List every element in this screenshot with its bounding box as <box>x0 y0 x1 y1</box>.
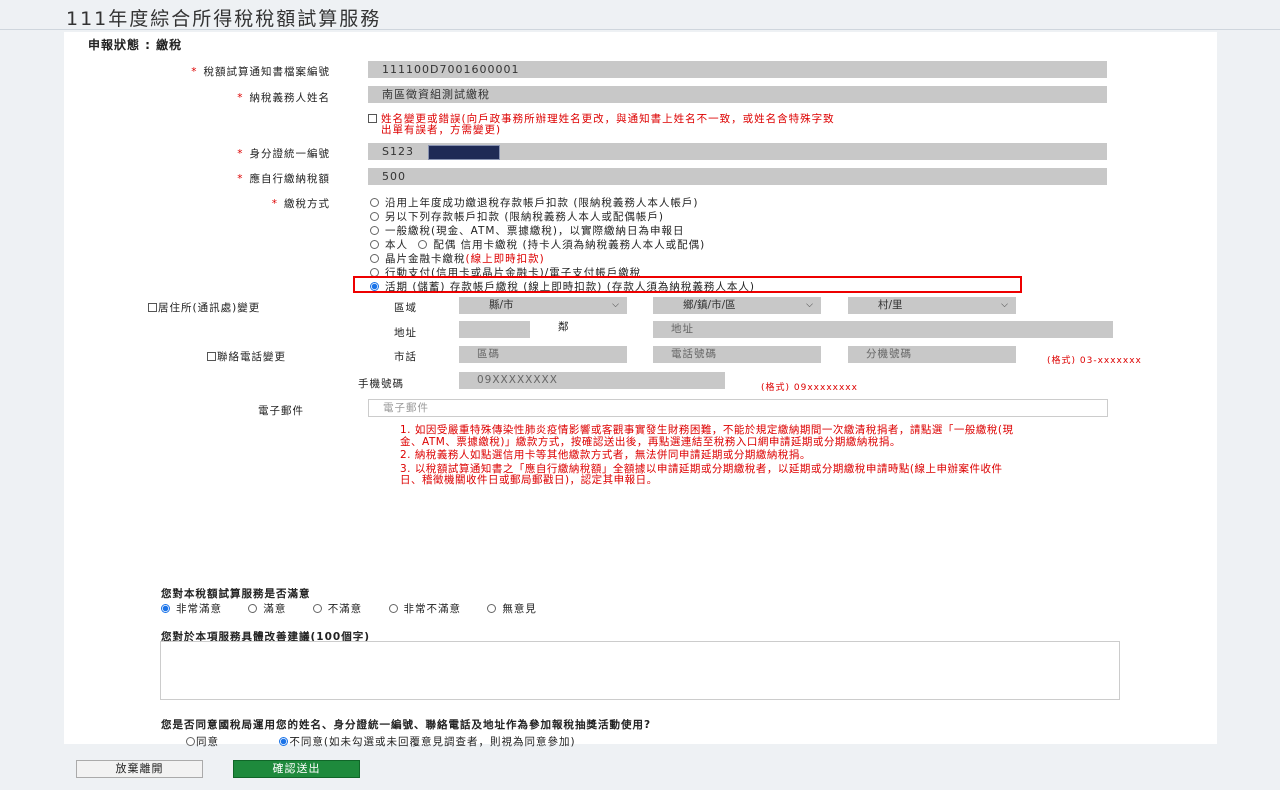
pay-method-label: * 繳稅方式 <box>271 198 330 210</box>
radio-button-selected[interactable] <box>370 282 379 291</box>
cancel-button[interactable]: 放棄離開 <box>76 760 203 778</box>
satisfaction-options: 非常滿意 滿意 不滿意 非常不滿意 無意見 <box>161 601 537 616</box>
submit-button[interactable]: 確認送出 <box>233 760 360 778</box>
radio-button[interactable] <box>388 604 398 613</box>
satisfaction-question: 您對本稅額試算服務是否滿意 <box>161 588 311 600</box>
phone-number-input[interactable]: 電話號碼 <box>653 346 821 363</box>
note-item: 2. 納稅義務人如點選信用卡等其他繳款方式者，無法併同申請延期或分期繳納稅捐。 <box>400 449 811 461</box>
radio-button[interactable] <box>186 737 195 746</box>
pay-option-chip-card[interactable]: 晶片金融卡繳稅(線上即時扣款) <box>370 251 545 266</box>
page-title: 111年度綜合所得稅稅額試算服務 <box>66 8 382 30</box>
note-item: 3. 以稅額試算通知書之「應自行繳納稅額」全額據以申請延期或分期繳稅者，以延期或… <box>400 462 1003 486</box>
radio-button[interactable] <box>370 212 379 221</box>
radio-button[interactable] <box>487 604 497 613</box>
pay-option-previous-account[interactable]: 沿用上年度成功繳退稅存款帳戶扣款 (限納稅義務人本人帳戶) <box>370 195 699 210</box>
email-input[interactable]: 電子郵件 <box>368 399 1108 417</box>
option-agree[interactable]: 同意 <box>186 736 219 748</box>
mobile-input[interactable]: 09XXXXXXXX <box>459 372 725 389</box>
required-marker: * <box>237 173 244 185</box>
option-unsatisfied[interactable]: 不滿意 <box>312 603 363 615</box>
radio-button-self[interactable] <box>370 240 379 249</box>
mobile-format-hint: (格式) 09xxxxxxxx <box>761 383 858 393</box>
required-marker: * <box>271 198 278 210</box>
area-code-input[interactable]: 區碼 <box>459 346 627 363</box>
address-label: 地址 <box>394 327 417 339</box>
radio-button-selected[interactable] <box>161 604 170 613</box>
county-select[interactable]: 縣/市 ⌵ <box>459 297 627 314</box>
radio-button[interactable] <box>370 198 379 207</box>
radio-button[interactable] <box>248 604 258 613</box>
address-input[interactable]: 地址 <box>653 321 1113 338</box>
landline-format-hint: (格式) 03-xxxxxxx <box>1047 356 1142 366</box>
radio-button[interactable] <box>370 226 379 235</box>
notice-no-field: 111100D7001600001 <box>368 61 1107 78</box>
pay-option-general[interactable]: 一般繳稅(現金、ATM、票據繳稅)，以實際繳納日為申報日 <box>370 223 685 238</box>
landline-label: 市話 <box>394 351 417 363</box>
id-number-label: * 身分證統一編號 <box>237 148 330 160</box>
mobile-label: 手機號碼 <box>358 378 404 390</box>
radio-button-selected[interactable] <box>279 737 289 746</box>
consent-options: 同意 不同意(如未勾選或未回覆意見調查者，則視為同意參加) <box>186 734 576 749</box>
email-label: 電子郵件 <box>258 405 304 417</box>
address-change-checkbox[interactable] <box>148 303 157 312</box>
neighbor-input[interactable] <box>459 321 530 338</box>
option-no-opinion[interactable]: 無意見 <box>487 603 537 615</box>
phone-change-option[interactable]: 聯絡電話變更 <box>207 349 286 364</box>
neighbor-suffix: 鄰 <box>558 321 570 333</box>
town-select[interactable]: 鄉/鎮/市/區 ⌵ <box>653 297 821 314</box>
filing-status: 申報狀態 : 繳稅 <box>88 38 183 52</box>
note-item: 1. 如因受嚴重特殊傳染性肺炎疫情影響或客觀事實發生財務困難，不能於規定繳納期間… <box>400 424 1014 448</box>
pay-option-other-account[interactable]: 另以下列存款帳戶扣款 (限納稅義務人本人或配偶帳戶) <box>370 209 664 224</box>
notice-no-label: * 稅額試算通知書檔案編號 <box>191 66 330 78</box>
notes-list: 1. 如因受嚴重特殊傳染性肺炎疫情影響或客觀事實發生財務困難，不能於規定繳納期間… <box>400 424 1020 489</box>
region-label: 區域 <box>394 302 417 314</box>
name-change-checkbox[interactable] <box>368 114 377 123</box>
suggestion-textarea[interactable] <box>160 641 1120 700</box>
lottery-consent-question: 您是否同意國稅局運用您的姓名、身分證統一編號、聯絡電話及地址作為參加報稅抽獎活動… <box>161 719 652 731</box>
radio-button[interactable] <box>312 604 322 613</box>
redaction-mask <box>428 145 500 160</box>
option-disagree[interactable]: 不同意(如未勾選或未回覆意見調查者，則視為同意參加) <box>279 736 575 748</box>
pay-option-credit-card[interactable]: 本人 配偶 信用卡繳稅 (持卡人須為納稅義務人本人或配偶) <box>370 237 705 252</box>
tax-amount-label: * 應自行繳納稅額 <box>237 173 330 185</box>
radio-button[interactable] <box>370 254 379 263</box>
name-change-text-2: 出單有誤者，方需變更) <box>381 124 502 136</box>
option-very-unsatisfied[interactable]: 非常不滿意 <box>388 603 462 615</box>
village-select[interactable]: 村/里 ⌵ <box>848 297 1016 314</box>
option-very-satisfied[interactable]: 非常滿意 <box>161 603 222 615</box>
name-change-option[interactable]: 姓名變更或錯誤(向戶政事務所辦理姓名更改，與通知書上姓名不一致，或姓名含特殊字致… <box>368 114 835 136</box>
extension-input[interactable]: 分機號碼 <box>848 346 1016 363</box>
radio-button-spouse[interactable] <box>418 240 428 249</box>
required-marker: * <box>191 66 198 78</box>
pay-option-demand-deposit[interactable]: 活期 (儲蓄) 存款帳戶繳稅 (線上即時扣款) (存款人須為納稅義務人本人) <box>370 279 755 294</box>
chevron-down-icon: ⌵ <box>806 300 813 310</box>
phone-change-checkbox[interactable] <box>207 352 216 361</box>
address-change-option[interactable]: 居住所(通訊處)變更 <box>148 300 260 315</box>
chevron-down-icon: ⌵ <box>1001 300 1008 310</box>
chevron-down-icon: ⌵ <box>612 300 619 310</box>
required-marker: * <box>237 148 244 160</box>
option-satisfied[interactable]: 滿意 <box>248 603 286 615</box>
taxpayer-name-label: * 納稅義務人姓名 <box>237 92 330 104</box>
title-divider <box>0 29 1280 30</box>
required-marker: * <box>237 92 244 104</box>
taxpayer-name-field: 南區徵資組測試繳稅 <box>368 86 1107 103</box>
tax-amount-field: 500 <box>368 168 1107 185</box>
